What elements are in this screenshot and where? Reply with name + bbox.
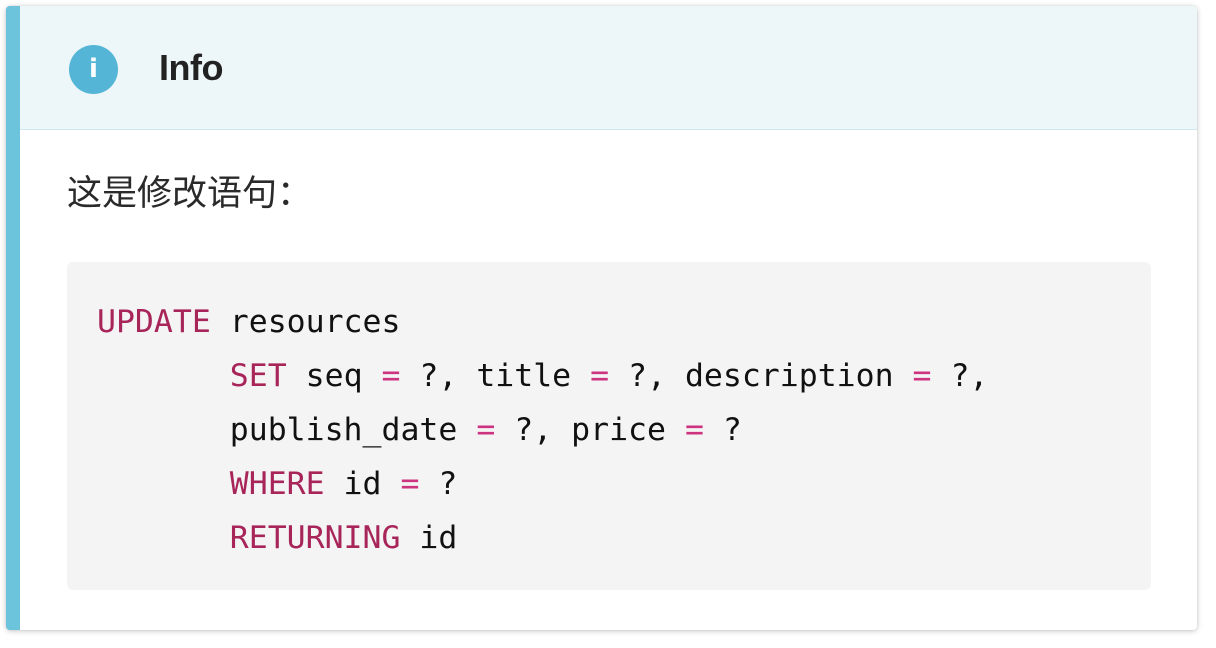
lead-text: 这是修改语句： (67, 174, 313, 214)
code-line: WHERE id = ? (97, 457, 1151, 511)
code-block[interactable]: UPDATE resources SET seq = ?, title = ?,… (67, 262, 1151, 590)
info-icon: i (69, 45, 118, 94)
sql-keyword: WHERE (229, 466, 325, 502)
sql-text: ? (703, 412, 742, 448)
admonition-header: i Info (20, 6, 1197, 130)
sql-text: ?, description (609, 358, 913, 394)
sql-operator: = (400, 466, 420, 502)
sql-operator: = (912, 358, 932, 394)
sql-operator: = (590, 358, 610, 394)
sql-text: id (324, 466, 401, 502)
sql-text: id (400, 520, 458, 556)
code-line: SET seq = ?, title = ?, description = ?, (97, 349, 1151, 403)
code-line: publish_date = ?, price = ? (97, 403, 1151, 457)
sql-text: ? (419, 466, 458, 502)
sql-operator: = (476, 412, 496, 448)
sql-keyword: RETURNING (229, 520, 401, 556)
code-line: UPDATE resources (97, 295, 1151, 349)
sql-keyword: SET (229, 358, 287, 394)
code-line: RETURNING id (97, 511, 1151, 565)
sql-text: publish_date (229, 412, 477, 448)
sql-text: ?, price (495, 412, 685, 448)
sql-operator: = (684, 412, 704, 448)
sql-text: ?, (931, 358, 989, 394)
info-admonition: i Info 这是修改语句： UPDATE resources SET seq … (6, 6, 1197, 630)
sql-text: seq (286, 358, 382, 394)
admonition-title: Info (159, 47, 223, 88)
sql-operator: = (381, 358, 401, 394)
sql-keyword: UPDATE (97, 304, 211, 340)
sql-text: ?, title (400, 358, 591, 394)
sql-text: resources (210, 304, 401, 340)
